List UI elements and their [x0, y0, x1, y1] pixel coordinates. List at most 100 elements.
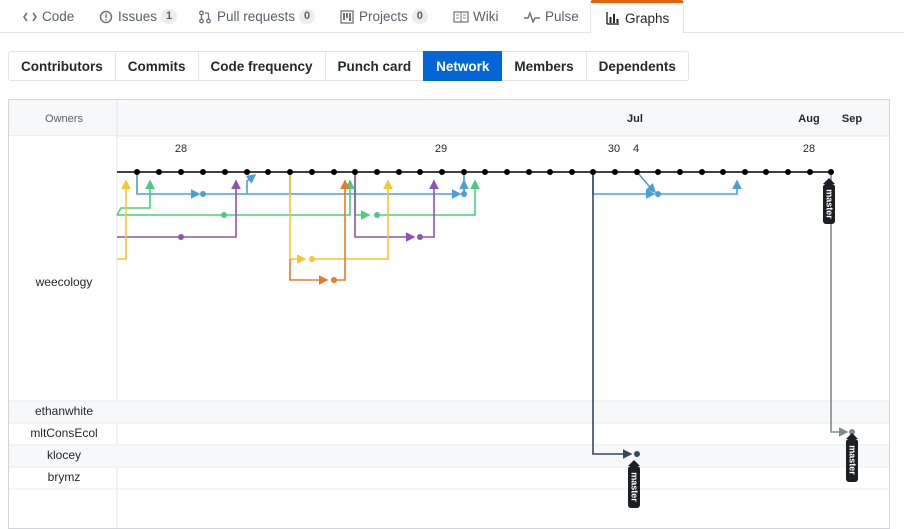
network-graph-canvas[interactable]: Owners Jul Aug Sep 28 29 30 4 28 weecolo…: [9, 100, 890, 529]
branch-label-master[interactable]: master: [823, 178, 835, 224]
network-header-bg: [9, 100, 889, 136]
commit-dot[interactable]: [828, 169, 834, 175]
branch-line: [117, 179, 131, 260]
reponav-pull-requests[interactable]: Pull requests 0: [197, 0, 316, 33]
commit-dot[interactable]: [221, 212, 227, 218]
reponav-issues-label: Issues: [118, 9, 158, 24]
commit-dot[interactable]: [655, 191, 661, 197]
tab-network[interactable]: Network: [423, 51, 503, 81]
commit-dot[interactable]: [178, 169, 184, 175]
commit-dot[interactable]: [461, 191, 467, 197]
owner-mltconsecol: mltConsEcol: [30, 426, 97, 440]
reponav-graphs-label: Graphs: [625, 10, 670, 26]
branch-line: [117, 179, 241, 238]
commit-dot[interactable]: [134, 169, 140, 175]
commit-dot[interactable]: [742, 169, 748, 175]
owner-klocey: klocey: [47, 448, 81, 462]
commit-dot[interactable]: [785, 169, 791, 175]
commit-dot[interactable]: [396, 169, 402, 175]
commit-dot[interactable]: [720, 169, 726, 175]
owner-ethanwhite: ethanwhite: [35, 404, 93, 418]
tab-commits[interactable]: Commits: [114, 51, 199, 81]
tab-members[interactable]: Members: [501, 51, 587, 81]
commit-dot[interactable]: [699, 169, 705, 175]
day-label: 4: [633, 143, 639, 155]
graphs-subnav: Contributors Commits Code frequency Punc…: [8, 51, 689, 81]
commit-dot[interactable]: [374, 212, 380, 218]
branch-line: [354, 172, 416, 242]
commit-dot[interactable]: [331, 277, 337, 283]
reponav-graphs[interactable]: Graphs: [590, 0, 685, 34]
pull-request-icon: [197, 10, 213, 24]
issue-icon: [98, 10, 114, 24]
commit-dot[interactable]: [287, 169, 293, 175]
day-label: 30: [608, 143, 620, 155]
owner-band: [9, 401, 889, 423]
commit-dot[interactable]: [590, 169, 596, 175]
owner-weecology: weecology: [35, 275, 93, 289]
commit-dot[interactable]: [309, 256, 315, 262]
commit-dot[interactable]: [352, 169, 358, 175]
commit-dot[interactable]: [417, 234, 423, 240]
commit-dot[interactable]: [461, 169, 467, 175]
reponav-projects[interactable]: Projects 0: [339, 0, 428, 33]
commit-dot[interactable]: [331, 169, 337, 175]
commit-dot[interactable]: [807, 169, 813, 175]
commit-dot[interactable]: [569, 169, 575, 175]
commit-dot[interactable]: [222, 169, 228, 175]
commit-dot[interactable]: [178, 234, 184, 240]
reponav-pull-requests-label: Pull requests: [217, 9, 296, 24]
reponav-projects-label: Projects: [359, 9, 408, 24]
reponav-pulse[interactable]: Pulse: [523, 0, 579, 33]
tab-dependents[interactable]: Dependents: [585, 51, 689, 81]
tab-punch-card[interactable]: Punch card: [324, 51, 425, 81]
commit-dot[interactable]: [417, 169, 423, 175]
branch-line: [377, 179, 480, 216]
branch-label-text: master: [848, 445, 858, 475]
branch-label-master[interactable]: master: [628, 460, 640, 508]
branch-label-master[interactable]: master: [846, 433, 858, 482]
commit-dot[interactable]: [677, 169, 683, 175]
commit-dot[interactable]: [309, 169, 315, 175]
pulse-icon: [523, 10, 541, 24]
commit-dot[interactable]: [265, 169, 271, 175]
day-label: 29: [435, 143, 447, 155]
reponav-code[interactable]: Code: [22, 0, 74, 33]
branch-line: [592, 172, 656, 199]
commit-dot[interactable]: [439, 169, 445, 175]
tab-code-frequency[interactable]: Code frequency: [197, 51, 326, 81]
reponav-pulse-label: Pulse: [545, 9, 579, 24]
network-graph[interactable]: Owners Jul Aug Sep 28 29 30 4 28 weecolo…: [8, 99, 890, 529]
month-label: Jul: [627, 113, 643, 125]
commit-dot[interactable]: [655, 169, 661, 175]
reponav-wiki[interactable]: Wiki: [453, 0, 499, 33]
code-icon: [22, 10, 38, 24]
branch-line: [117, 179, 355, 216]
repo-nav: Code Issues 1 Pull requests 0 Projects 0…: [0, 0, 904, 34]
commit-dot[interactable]: [612, 169, 618, 175]
commit-dot[interactable]: [504, 169, 510, 175]
projects-counter: 0: [411, 9, 428, 24]
commit-dot[interactable]: [482, 169, 488, 175]
day-label: 28: [175, 143, 187, 155]
month-label: Sep: [842, 113, 862, 125]
commit-dot[interactable]: [526, 169, 532, 175]
reponav-issues[interactable]: Issues 1: [98, 0, 178, 33]
commit-dot[interactable]: [634, 169, 640, 175]
branch-label-text: master: [630, 472, 640, 502]
commit-dot[interactable]: [763, 169, 769, 175]
commit-dot[interactable]: [547, 169, 553, 175]
branch-label-text: master: [825, 189, 835, 219]
pull-requests-counter: 0: [299, 9, 316, 24]
tab-contributors[interactable]: Contributors: [8, 51, 116, 81]
commit-dot[interactable]: [634, 451, 640, 457]
commit-dot[interactable]: [244, 169, 250, 175]
commit-dot[interactable]: [200, 169, 206, 175]
day-label: 28: [803, 143, 815, 155]
commit-dot[interactable]: [200, 191, 206, 197]
commit-dot[interactable]: [374, 169, 380, 175]
commit-dot[interactable]: [156, 169, 162, 175]
month-label: Aug: [798, 113, 819, 125]
project-icon: [339, 9, 355, 24]
branch-line: [334, 179, 350, 281]
